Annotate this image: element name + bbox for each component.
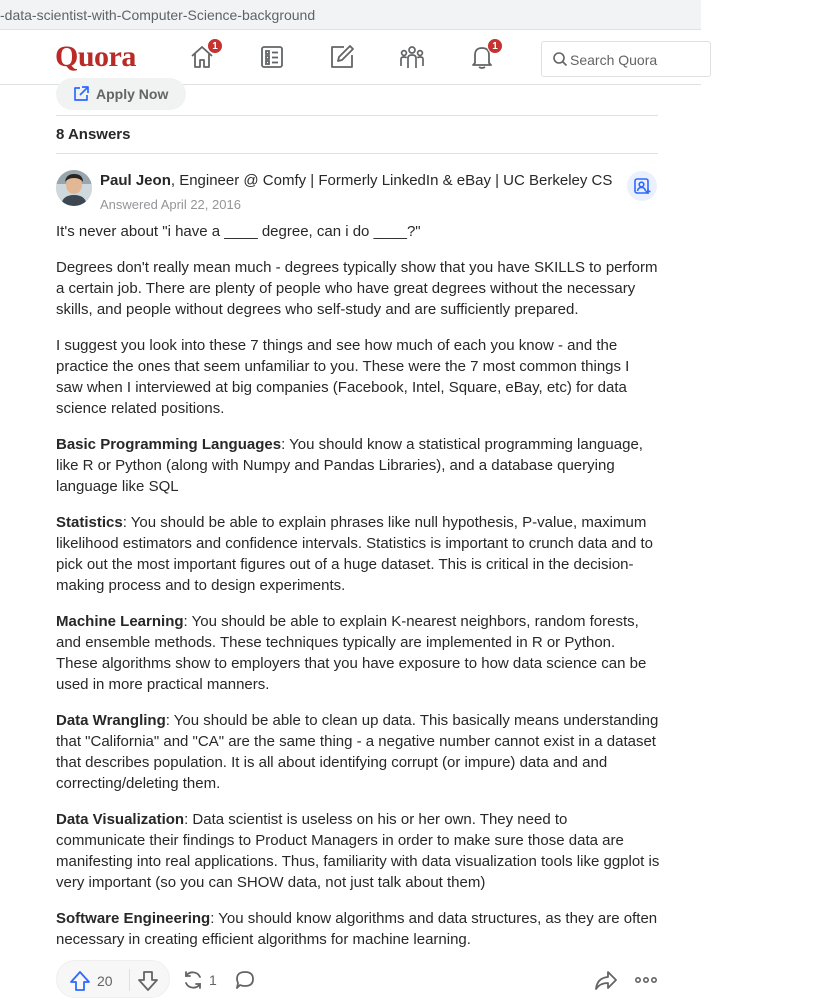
skill-title: Data Visualization xyxy=(56,811,185,828)
quora-logo[interactable]: Quora xyxy=(55,40,136,74)
vote-group: 20 xyxy=(56,960,170,998)
vote-separator xyxy=(129,969,130,991)
divider xyxy=(56,115,658,116)
spaces-nav-button[interactable] xyxy=(399,44,425,70)
divider xyxy=(56,153,658,154)
author-credential: , Engineer @ Comfy | Formerly LinkedIn &… xyxy=(170,172,613,189)
profile-photo xyxy=(56,170,92,206)
apply-now-button[interactable]: Apply Now xyxy=(56,78,186,110)
skill-item: Software Engineering: You should know al… xyxy=(56,908,660,950)
following-nav-button[interactable] xyxy=(259,44,285,70)
answer-paragraph: It's never about "i have a ____ degree, … xyxy=(56,223,421,240)
follow-author-button[interactable] xyxy=(627,171,657,201)
answer-paragraph: Degrees don't really mean much - degrees… xyxy=(56,259,658,318)
skill-title: Software Engineering xyxy=(56,910,211,927)
reshare-icon xyxy=(185,971,201,989)
answer-date[interactable]: Answered April 22, 2016 xyxy=(100,197,241,212)
downvote-arrow-icon[interactable] xyxy=(137,970,159,992)
upvote-count: 20 xyxy=(97,973,113,989)
skill-item: Statistics: You should be able to explai… xyxy=(56,512,660,596)
share-icon[interactable] xyxy=(594,969,618,991)
edit-icon xyxy=(331,45,354,68)
search-box[interactable] xyxy=(541,41,711,77)
notifications-nav-button[interactable]: 1 xyxy=(469,38,503,70)
address-bar[interactable]: -data-scientist-with-Computer-Science-ba… xyxy=(0,0,701,30)
apply-now-label: Apply Now xyxy=(96,86,169,102)
upvote-arrow-icon xyxy=(70,971,90,991)
author-name[interactable]: Paul Jeon xyxy=(100,172,171,189)
skill-title: Basic Programming Languages xyxy=(56,436,282,453)
answer-action-bar: 20 1 xyxy=(56,960,660,1000)
skill-text: : You should be able to explain phrases … xyxy=(56,514,653,594)
more-options-icon[interactable] xyxy=(634,969,658,991)
skill-title: Data Wrangling xyxy=(56,712,166,729)
comment-icon[interactable] xyxy=(234,969,256,991)
url-text: -data-scientist-with-Computer-Science-ba… xyxy=(0,7,316,23)
upvote-button[interactable]: 20 xyxy=(69,970,113,992)
answers-count: 8 Answers xyxy=(56,126,131,143)
answer-body: It's never about "i have a ____ degree, … xyxy=(56,221,660,965)
skill-item: Machine Learning: You should be able to … xyxy=(56,611,660,695)
follow-user-icon xyxy=(634,178,651,194)
answer-nav-button[interactable] xyxy=(329,44,355,70)
author-line: Paul Jeon, Engineer @ Comfy | Formerly L… xyxy=(100,172,612,189)
top-nav: Quora 1 1 xyxy=(0,30,711,85)
home-nav-button[interactable]: 1 xyxy=(189,38,223,70)
skill-title: Machine Learning xyxy=(56,613,184,630)
reshare-button[interactable]: 1 xyxy=(182,969,217,991)
skill-title: Statistics xyxy=(56,514,123,531)
reshare-count: 1 xyxy=(209,972,217,988)
skill-item: Data Wrangling: You should be able to cl… xyxy=(56,710,660,794)
home-badge: 1 xyxy=(207,38,223,54)
external-link-icon xyxy=(74,86,89,101)
notifications-badge: 1 xyxy=(487,38,503,54)
search-icon xyxy=(553,52,568,67)
skill-item: Basic Programming Languages: You should … xyxy=(56,434,660,497)
list-icon xyxy=(261,46,283,68)
avatar[interactable] xyxy=(56,170,92,206)
answer-paragraph: I suggest you look into these 7 things a… xyxy=(56,337,630,417)
search-input[interactable] xyxy=(570,50,700,70)
people-icon xyxy=(400,46,424,68)
skill-item: Data Visualization: Data scientist is us… xyxy=(56,809,660,893)
